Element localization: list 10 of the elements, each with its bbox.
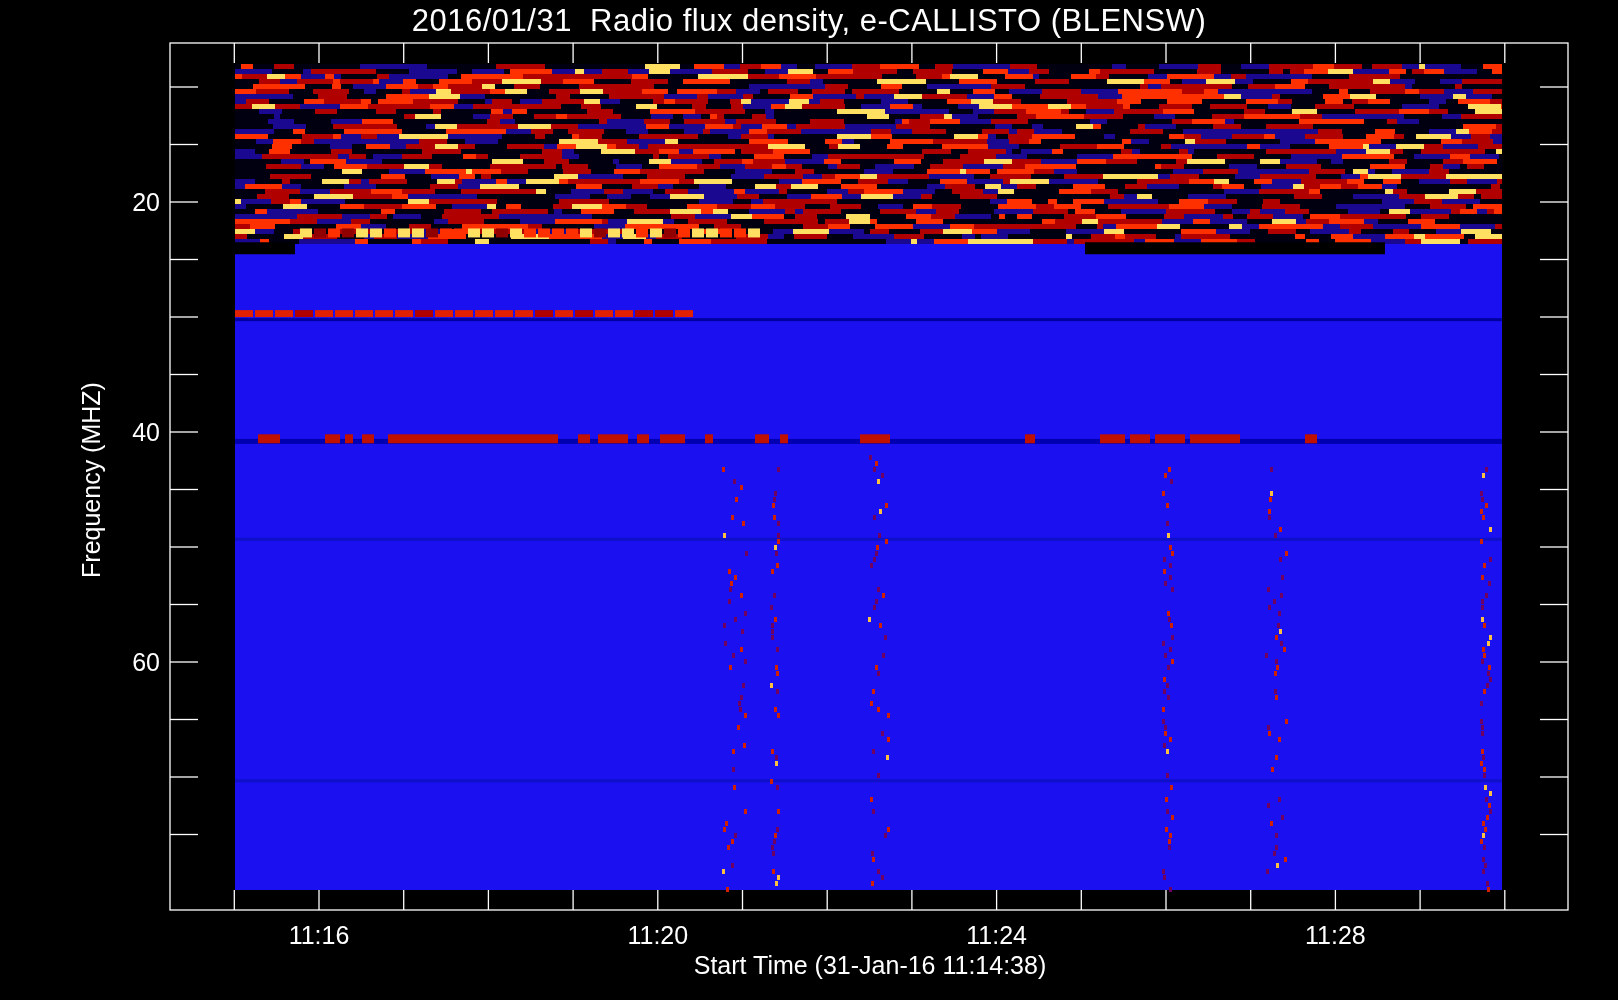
x-tick-label: 11:24 [966, 921, 1027, 949]
y-axis-title: Frequency (MHZ) [77, 382, 105, 578]
chart-title: 2016/01/31 Radio flux density, e-CALLISTO (BLENSW) [411, 3, 1207, 39]
y-tick-label: 40 [132, 418, 160, 446]
x-tick-label: 11:16 [288, 921, 350, 949]
x-tick-label: 11:28 [1305, 921, 1366, 949]
y-tick-label: 60 [132, 648, 160, 676]
y-tick-label: 20 [132, 188, 160, 216]
x-tick-label: 11:20 [627, 921, 689, 949]
x-axis-title: Start Time (31-Jan-16 11:14:38) [693, 951, 1047, 979]
